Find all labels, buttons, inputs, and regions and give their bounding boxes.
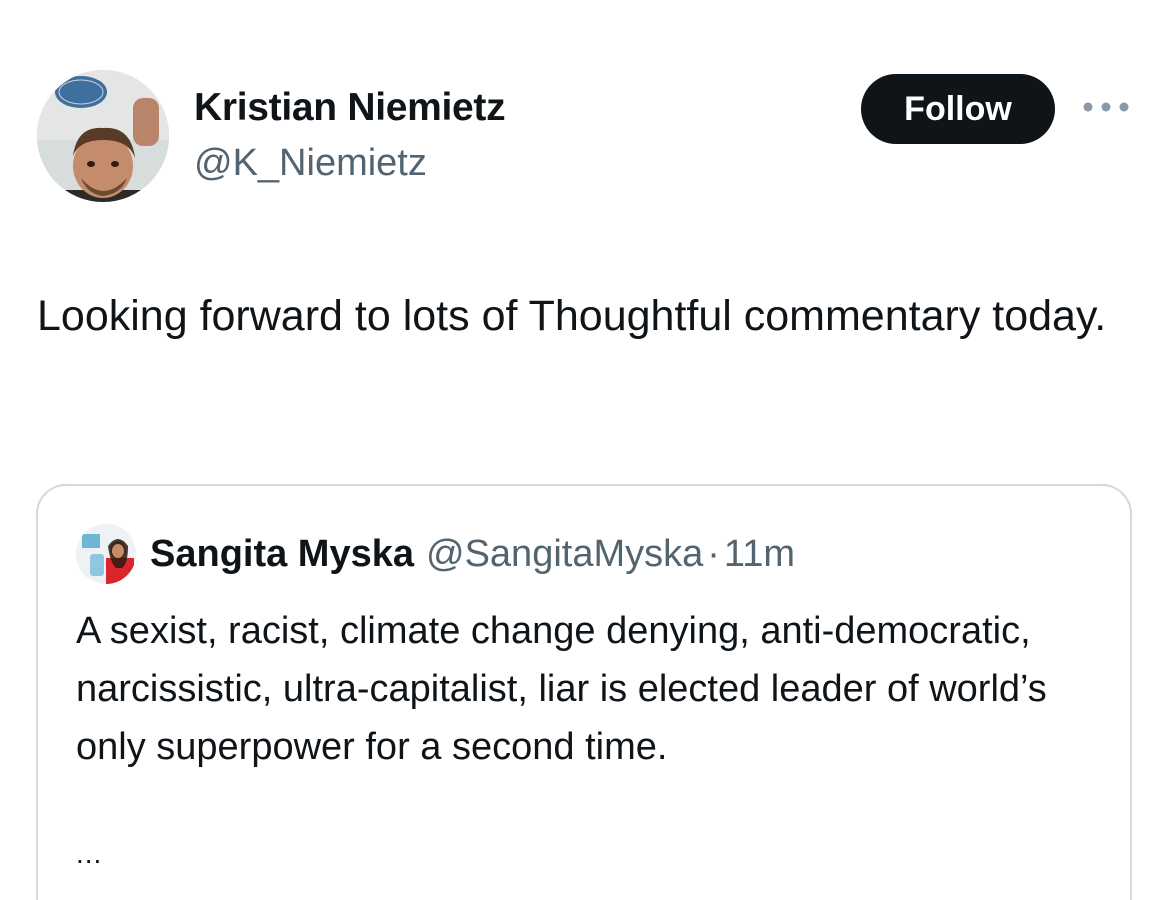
more-options-button[interactable] [1080, 92, 1132, 122]
quoted-tweet-truncation: ... [76, 838, 103, 869]
quoted-tweet-header: Sangita Myska @SangitaMyska · 11m [150, 530, 795, 578]
author-handle[interactable]: @K_Niemietz [194, 142, 427, 185]
author-display-name[interactable]: Kristian Niemietz [194, 86, 506, 130]
follow-button[interactable]: Follow [861, 74, 1055, 144]
tweet-view: Kristian Niemietz @K_Niemietz Follow Loo… [0, 0, 1170, 900]
author-avatar[interactable] [37, 70, 169, 202]
tweet-text: Looking forward to lots of Thoughtful co… [37, 292, 1107, 340]
quoted-author-avatar[interactable] [76, 524, 136, 584]
quoted-tweet-text: A sexist, racist, climate change denying… [76, 610, 1047, 768]
author-avatar-image [37, 70, 169, 202]
quoted-tweet-card[interactable]: Sangita Myska @SangitaMyska · 11m A sexist,… [36, 484, 1132, 900]
quoted-tweet-timestamp[interactable]: 11m [724, 533, 795, 575]
quoted-author-display-name[interactable]: Sangita Myska [150, 533, 414, 575]
header-separator: · [707, 533, 720, 575]
quoted-author-handle[interactable]: @SangitaMyska [426, 533, 703, 575]
more-horizontal-icon [1083, 102, 1129, 112]
quoted-author-avatar-image [76, 524, 136, 584]
